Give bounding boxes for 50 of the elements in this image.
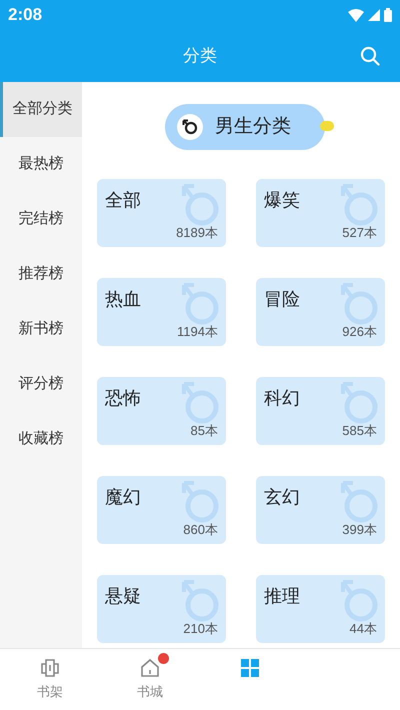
sidebar-item[interactable]: 评分榜 [0,357,82,412]
status-time: 2:08 [8,4,42,26]
home-icon [139,657,161,679]
nav-tab[interactable]: 书城 [100,649,200,710]
category-name: 推理 [264,585,301,607]
category-card[interactable]: 冒险 926本 [256,278,385,346]
sidebar-item[interactable]: 推荐榜 [0,247,82,302]
book-count: 399本 [342,520,377,538]
section-title: 男生分类 [215,114,291,139]
category-card[interactable]: 科幻 585本 [256,377,385,445]
category-name: 爆笑 [264,189,301,211]
battery-icon [384,8,392,22]
sidebar-item[interactable]: 完结榜 [0,192,82,247]
category-card[interactable]: 魔幻 860本 [97,476,226,544]
sidebar-item[interactable]: 新书榜 [0,302,82,357]
category-card[interactable]: 悬疑 210本 [97,575,226,643]
category-card[interactable]: 推理 44本 [256,575,385,643]
category-card[interactable]: 爆笑 527本 [256,179,385,247]
page-title: 分类 [183,45,217,68]
category-card[interactable]: 玄幻 399本 [256,476,385,544]
book-count: 585本 [342,422,377,440]
sidebar-item[interactable]: 最热榜 [0,137,82,192]
category-name: 科幻 [264,387,301,409]
book-count: 1194本 [177,322,218,340]
book-count: 85本 [190,422,218,440]
sidebar-item[interactable]: 全部分类 [0,82,82,137]
book-count: 8189本 [176,224,218,242]
category-name: 冒险 [264,288,301,310]
wifi-icon [348,8,364,22]
category-name: 玄幻 [264,486,301,508]
male-symbol-icon [177,114,203,140]
book-count: 44本 [350,620,377,638]
book-count: 926本 [342,322,377,340]
category-name: 悬疑 [105,585,142,607]
category-name: 全部 [105,189,142,211]
book-count: 527本 [342,224,377,242]
category-card[interactable]: 恐怖 85本 [97,377,226,445]
book-shelf-icon [39,657,61,679]
book-count: 210本 [183,620,218,638]
sidebar-item[interactable]: 收藏榜 [0,412,82,467]
category-card[interactable]: 热血 1194本 [97,278,226,346]
category-name: 热血 [105,288,142,310]
category-card[interactable]: 全部 8189本 [97,179,226,247]
category-name: 恐怖 [105,387,142,409]
category-name: 魔幻 [105,486,142,508]
search-icon[interactable] [360,46,380,66]
grid-icon [239,657,261,679]
nav-tab[interactable]: 书架 [0,649,100,710]
signal-icon [368,9,380,21]
book-count: 860本 [183,520,218,538]
